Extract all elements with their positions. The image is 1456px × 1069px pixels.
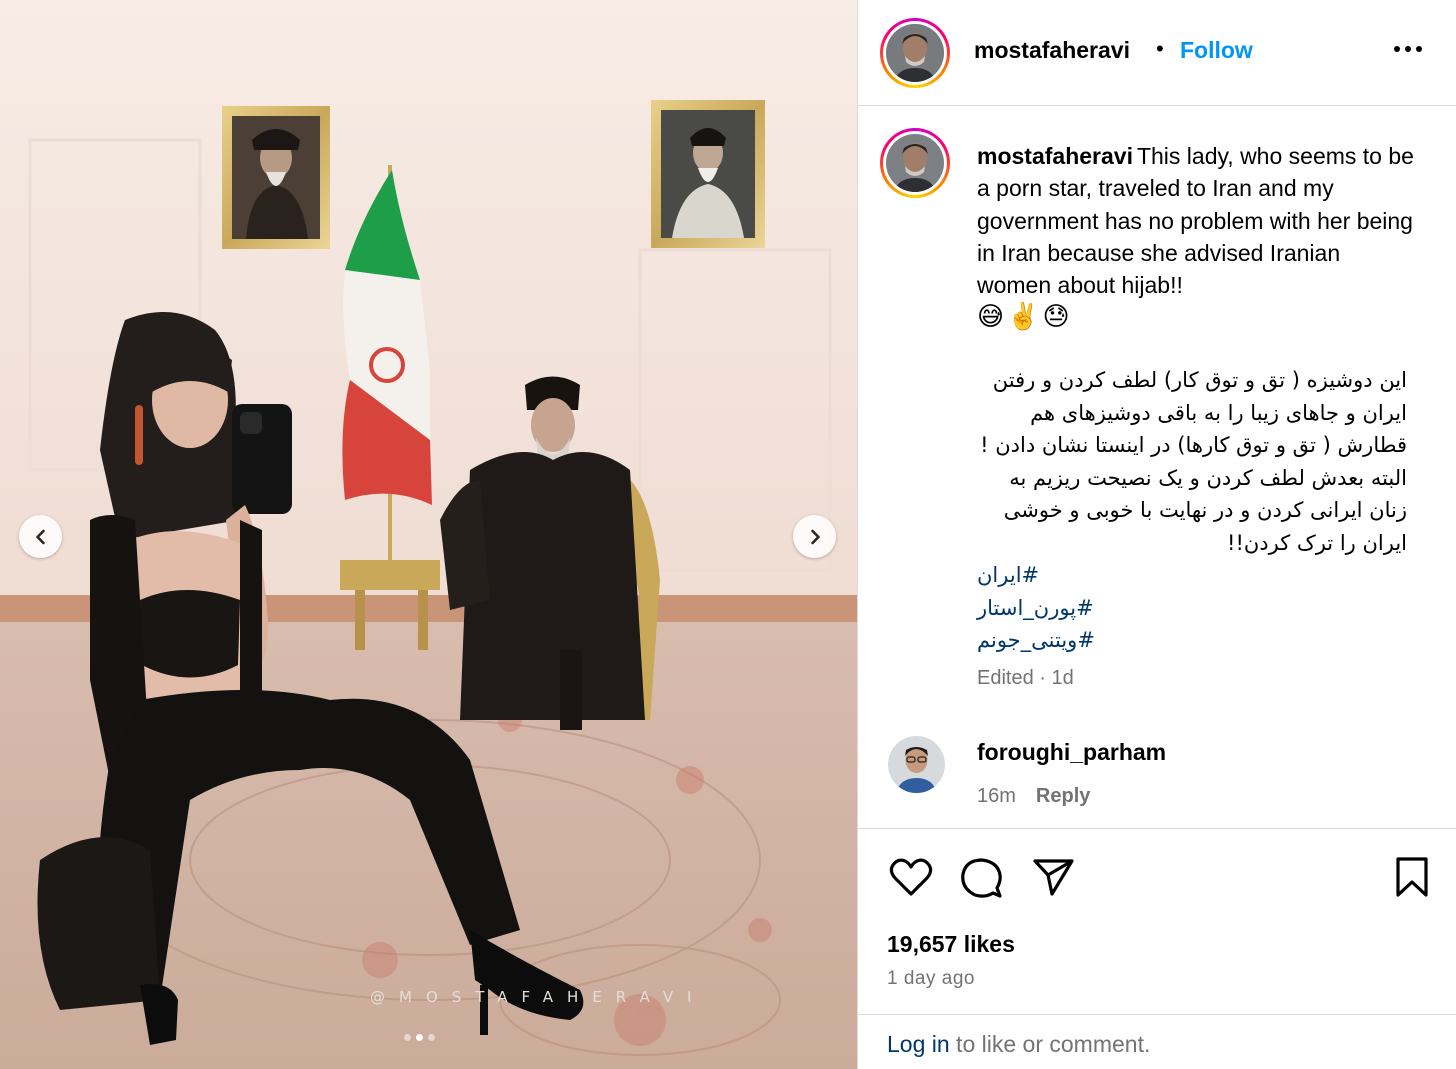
follow-button[interactable]: Follow <box>1180 37 1253 64</box>
action-bar: 19,657 likes 1 day ago <box>858 828 1456 1014</box>
caption-username[interactable]: mostafaheravi <box>977 143 1133 169</box>
avatar-photo <box>886 24 944 82</box>
caption-persian: این دوشیزه ( تق و توق کار) لطف کردن و رف… <box>980 368 1407 555</box>
caption-text: mostafaheravi This lady, who seems to be … <box>977 140 1417 334</box>
post-media: @MOSTAFAHERAVI <box>0 0 857 1069</box>
hashtag-link[interactable]: #ویتنی_جونم <box>977 624 1407 657</box>
carousel-dot <box>428 1034 435 1041</box>
post-header: mostafaheravi • Follow <box>858 0 1456 106</box>
login-rest-text: to like or comment. <box>949 1031 1151 1057</box>
chevron-left-icon <box>35 529 45 544</box>
login-prompt-text: Log in to like or comment. <box>887 1031 1150 1058</box>
comment-bubble-icon[interactable] <box>960 857 1002 899</box>
avatar-photo <box>886 134 944 192</box>
comment-meta: 16m Reply <box>977 785 1090 808</box>
more-dot-icon <box>1394 46 1400 52</box>
post-photo <box>0 0 857 1069</box>
avatar-photo <box>888 736 945 793</box>
login-prompt: Log in to like or comment. <box>858 1014 1456 1069</box>
carousel-dot-active <box>416 1034 423 1041</box>
carousel-indicator <box>404 1034 435 1041</box>
comment-time: 16m <box>977 785 1016 807</box>
login-link[interactable]: Log in <box>887 1031 950 1057</box>
header-separator: • <box>1156 36 1164 61</box>
more-dot-icon <box>1416 46 1422 52</box>
author-username[interactable]: mostafaheravi <box>974 37 1130 64</box>
hashtag-link[interactable]: #پورن_استار <box>977 592 1407 625</box>
photo-watermark: @MOSTAFAHERAVI <box>370 988 706 1006</box>
edited-timestamp: Edited · 1d <box>977 667 1074 689</box>
caption-persian-block: این دوشیزه ( تق و توق کار) لطف کردن و رف… <box>977 364 1407 657</box>
reply-button[interactable]: Reply <box>1036 785 1090 807</box>
hashtag-link[interactable]: #ایران <box>977 559 1407 592</box>
save-bookmark-icon[interactable] <box>1395 856 1429 898</box>
caption-author-avatar[interactable] <box>880 128 950 198</box>
carousel-next-button[interactable] <box>793 515 836 558</box>
like-heart-icon[interactable] <box>889 857 933 897</box>
post-age: 1 day ago <box>887 968 975 989</box>
more-options-button[interactable] <box>1394 46 1422 52</box>
author-avatar[interactable] <box>880 18 950 88</box>
more-dot-icon <box>1405 46 1411 52</box>
post-sidebar: mostafaheravi • Follow mostafaheravi This… <box>857 0 1456 1069</box>
commenter-username[interactable]: foroughi_parham <box>977 739 1166 766</box>
carousel-prev-button[interactable] <box>19 515 62 558</box>
caption-emojis: 😅✌️😓 <box>977 302 1073 333</box>
commenter-avatar[interactable] <box>888 736 945 793</box>
carousel-dot <box>404 1034 411 1041</box>
likes-count[interactable]: 19,657 likes <box>887 931 1015 958</box>
share-send-icon[interactable] <box>1032 857 1074 897</box>
chevron-right-icon <box>810 529 820 544</box>
